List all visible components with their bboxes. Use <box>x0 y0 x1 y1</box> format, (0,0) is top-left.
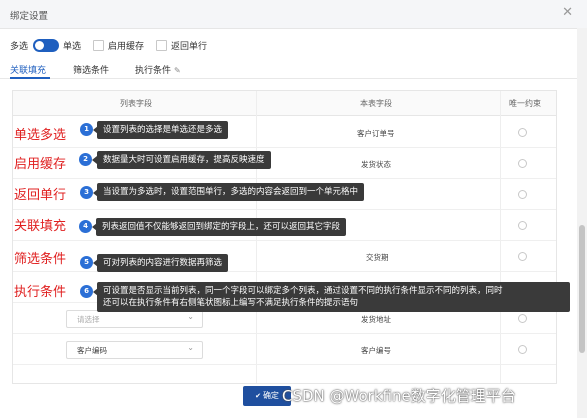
return-single-row-label: 返回单行 <box>171 41 208 52</box>
unique-radio[interactable] <box>518 345 527 354</box>
annotation-label: 关联填充 <box>14 219 67 234</box>
header-unique: 唯一约束 <box>509 99 541 108</box>
single-select-label: 单选 <box>63 41 82 52</box>
annotation-label: 启用缓存 <box>14 157 67 172</box>
header-list-field: 列表字段 <box>120 99 152 108</box>
this-field-cell: 交货期 <box>366 253 389 262</box>
annotation-label: 筛选条件 <box>14 252 67 267</box>
tab-execution-conditions-label: 执行条件 <box>135 66 172 76</box>
annotation-badge: 6 <box>80 285 93 298</box>
annotation-tooltip: 可对列表的内容进行数据再筛选 <box>97 254 229 272</box>
annotation-badge: 3 <box>80 186 93 199</box>
unique-radio[interactable] <box>518 128 527 137</box>
unique-radio[interactable] <box>518 252 527 261</box>
list-field-select[interactable]: 客户编码 ⌄ <box>66 341 203 359</box>
single-multi-toggle[interactable] <box>33 38 60 52</box>
annotation-label: 返回单行 <box>14 188 67 203</box>
tooltip-line: 可设置是否显示当前列表，同一个字段可以绑定多个列表，通过设置不同的执行条件显示不… <box>103 286 503 296</box>
annotation-badge: 2 <box>79 153 92 166</box>
field-mapping-table: 列表字段 本表字段 唯一约束 客户订单号 发货状态 交货期 请选择 ⌄ 发货地址… <box>12 90 557 384</box>
annotation-tooltip: 当设置为多选时，设置范围单行，多选的内容会返回到一个单元格中 <box>97 183 365 201</box>
select-placeholder: 请选择 <box>77 315 100 324</box>
tab-execution-conditions[interactable]: 执行条件 ✎ <box>135 63 181 76</box>
tooltip-line: 还可以在执行条件有右侧笔状图标上编写不满足执行条件的提示语句 <box>103 298 359 308</box>
annotation-badge: 4 <box>79 220 92 233</box>
enable-cache-checkbox[interactable] <box>93 39 105 51</box>
table-row: 交货期 <box>13 240 556 272</box>
multi-select-label: 多选 <box>10 41 29 52</box>
dialog-header: 绑定设置 ✕ <box>0 0 587 29</box>
mode-row: 多选 单选 启用缓存 返回单行 <box>10 37 207 53</box>
table-row <box>13 364 556 382</box>
unique-radio[interactable] <box>518 314 527 323</box>
return-single-row-checkbox[interactable] <box>156 39 168 51</box>
tab-linked-fill[interactable]: 关联填充 <box>10 63 46 76</box>
check-icon: ✔ <box>255 392 261 400</box>
confirm-label: 确定 <box>262 391 279 400</box>
unique-radio[interactable] <box>518 221 527 230</box>
unique-radio[interactable] <box>518 159 527 168</box>
annotation-tooltip: 可设置是否显示当前列表，同一个字段可以绑定多个列表，通过设置不同的执行条件显示不… <box>97 282 570 312</box>
annotation-tooltip: 数据量大时可设置启用缓存，提高反映速度 <box>97 151 271 169</box>
annotation-badge: 1 <box>80 123 93 136</box>
close-icon[interactable]: ✕ <box>562 5 573 21</box>
annotation-tooltip: 列表返回值不仅能够返回到绑定的字段上，还可以返回其它字段 <box>96 218 347 236</box>
watermark: CSDN @Workfine数字化管理平台 <box>282 387 516 405</box>
table-header: 列表字段 本表字段 唯一约束 <box>13 91 556 116</box>
list-field-select[interactable]: 请选择 ⌄ <box>66 310 203 328</box>
this-field-cell: 客户订单号 <box>357 129 395 138</box>
this-field-cell: 发货状态 <box>361 160 391 169</box>
unique-radio[interactable] <box>518 190 527 199</box>
chevron-down-icon: ⌄ <box>187 312 194 321</box>
annotation-badge: 5 <box>80 256 93 269</box>
this-field-cell: 发货地址 <box>361 315 391 324</box>
this-field-cell: 客户编号 <box>361 346 391 355</box>
annotation-label: 执行条件 <box>14 285 67 300</box>
toggle-knob <box>35 40 45 50</box>
tab-filter-conditions[interactable]: 筛选条件 <box>73 63 109 76</box>
chevron-down-icon: ⌄ <box>187 343 194 352</box>
header-this-field: 本表字段 <box>360 99 392 108</box>
select-value: 客户编码 <box>77 346 107 355</box>
scrollbar-thumb[interactable] <box>579 225 585 353</box>
scrollbar-track[interactable] <box>577 28 587 418</box>
enable-cache-label: 启用缓存 <box>108 41 145 52</box>
pencil-icon[interactable]: ✎ <box>174 66 181 75</box>
dialog-title: 绑定设置 <box>10 11 49 22</box>
tab-bar: 关联填充 筛选条件 执行条件 ✎ <box>0 58 587 79</box>
annotation-label: 单选多选 <box>14 128 67 143</box>
annotation-tooltip: 设置列表的选择是单选还是多选 <box>97 121 229 139</box>
table-row: 客户编码 ⌄ 客户编号 <box>13 333 556 365</box>
active-tab-indicator <box>10 77 50 79</box>
